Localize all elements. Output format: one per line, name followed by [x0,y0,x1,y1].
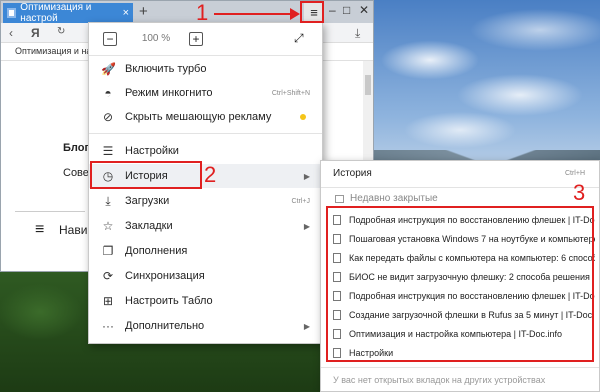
turbo-icon: 🚀 [101,62,116,76]
status-dot-icon [300,114,306,120]
incognito-icon: ◓ [104,86,112,100]
chevron-right-icon: ▶ [303,171,310,181]
menu-item-settings[interactable]: ☰ Настройки [89,139,322,163]
zoom-value: 100 % [141,33,171,44]
submenu-separator [321,367,599,368]
hamburger-nav-icon[interactable]: ≡ [35,221,44,239]
page-subtitle: Сове [63,167,89,179]
menu-item-bookmarks[interactable]: ☆ Закладки ▶ [89,214,322,238]
history-title: История [333,167,372,179]
downloads-shortcut: Ctrl+J [291,197,310,205]
annotation-arrow-line [214,13,292,15]
page-favicon-icon [7,8,17,18]
chevron-right-icon: ▶ [303,221,310,231]
close-window-button[interactable]: ✕ [359,3,369,17]
settings-icon: ☰ [102,144,114,158]
recently-closed-header: Недавно закрытые [335,193,438,204]
incognito-shortcut: Ctrl+Shift+N [271,89,310,97]
menu-item-incognito[interactable]: ◓ Режим инкогнито Ctrl+Shift+N [89,81,322,105]
page-heading: Блог [63,142,90,154]
nav-label[interactable]: Нави [59,223,87,237]
annotation-arrow-head-icon [290,8,300,20]
fullscreen-icon[interactable]: ⤢ [294,31,304,46]
back-icon[interactable]: ‹ [9,26,13,40]
download-icon[interactable]: ⤓ [355,26,360,41]
menu-separator [89,55,322,56]
menu-separator [89,133,322,134]
tab-close-icon[interactable]: × [123,7,129,19]
history-shortcut: Ctrl+H [564,169,585,177]
annotation-box-entries [326,206,594,362]
submenu-separator [321,187,599,188]
annotation-number-3: 3 [573,180,586,205]
page-divider [15,211,85,212]
menu-item-tableau[interactable]: ⊞ Настроить Табло [89,289,322,313]
annotation-number-2: 2 [204,162,217,187]
history-header[interactable]: История Ctrl+H [321,161,599,185]
new-tab-button[interactable]: + [139,3,148,20]
zoom-in-button[interactable]: + [189,32,203,46]
annotation-box-menu [300,1,324,23]
more-icon: ··· [102,319,114,333]
other-devices-note: У вас нет открытых вкладок на других уст… [333,375,546,385]
yandex-icon[interactable]: Я [31,26,40,40]
tab-active[interactable]: Оптимизация и настрой × [3,2,133,24]
menu-item-hide-ads[interactable]: ⊘ Скрыть мешающую рекламу [89,105,322,129]
bookmark-item[interactable]: Оптимизация и на [15,46,91,56]
menu-item-more[interactable]: ··· Дополнительно ▶ [89,314,322,338]
annotation-number-1: 1 [196,0,209,25]
recent-tab-icon [335,194,344,203]
menu-item-addons[interactable]: ❐ Дополнения [89,239,322,263]
maximize-button[interactable]: □ [343,3,350,17]
sync-icon: ⟳ [102,269,114,283]
tab-title: Оптимизация и настрой [20,2,92,24]
zoom-out-button[interactable]: − [103,32,117,46]
chevron-right-icon: ▶ [303,321,310,331]
scrollbar-thumb[interactable] [365,75,371,95]
block-ads-icon: ⊘ [102,110,114,124]
menu-item-sync[interactable]: ⟳ Синхронизация [89,264,322,288]
addons-icon: ❐ [102,244,114,258]
bookmarks-icon: ☆ [102,219,114,233]
tableau-icon: ⊞ [102,294,114,308]
zoom-controls: − 100 % + ⤢ [101,29,311,53]
refresh-icon[interactable]: ↻ [57,26,65,37]
minimize-button[interactable]: – [329,3,336,17]
menu-item-downloads[interactable]: ⤓ Загрузки Ctrl+J [89,189,322,213]
annotation-box-history [90,161,202,189]
downloads-icon: ⤓ [105,194,111,208]
menu-item-turbo[interactable]: 🚀 Включить турбо [89,57,322,81]
